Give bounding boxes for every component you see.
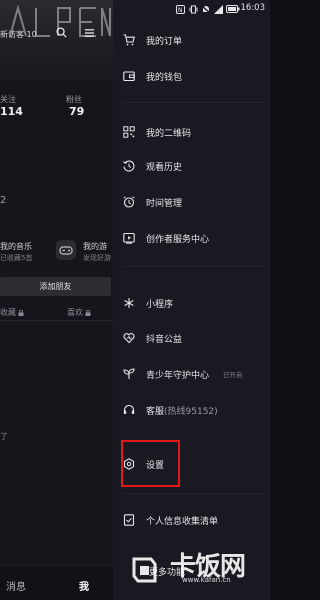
add-friend-button[interactable]: 添加朋友 <box>0 277 111 296</box>
menu-item-label: 我的二维码 <box>146 128 192 139</box>
following-label: 关注 <box>0 95 16 104</box>
history-icon <box>123 160 135 172</box>
lock-icon <box>85 309 91 316</box>
menu-item-personal-info-list[interactable]: 个人信息收集清单 <box>113 508 270 532</box>
charity-heart-icon <box>123 333 135 344</box>
menu-item-label: 客服(热线95152) <box>146 404 218 417</box>
status-bar: N 16:03 <box>113 0 270 18</box>
followers-label: 粉丝 <box>66 95 82 104</box>
alarm-icon <box>123 196 135 208</box>
tab-favorites-label: 收藏 <box>0 308 16 317</box>
menu-item-mini-programs[interactable]: 小程序 <box>113 291 270 315</box>
signal-icon <box>214 4 223 14</box>
watermark-url: www.kafan.cn <box>182 576 231 584</box>
sprout-icon <box>123 368 135 379</box>
checklist-icon <box>123 514 135 526</box>
teen-mode-status: 已开启 <box>223 371 243 379</box>
clock-time: 16:03 <box>240 3 266 13</box>
tab-divider <box>0 320 113 321</box>
tab-favorites[interactable]: 收藏 <box>0 307 24 318</box>
menu-divider <box>123 266 263 267</box>
menu-item-label: 抖音公益 <box>146 334 183 345</box>
kafan-logo-watermark <box>132 557 157 583</box>
bell-mute-icon <box>201 4 211 14</box>
menu-item-history[interactable]: 观看历史 <box>113 154 270 178</box>
menu-item-time-management[interactable]: 时间管理 <box>113 190 270 214</box>
menu-divider <box>123 102 263 103</box>
nfc-icon: N <box>176 4 185 14</box>
nav-me[interactable]: 我 <box>79 578 89 593</box>
menu-item-label: 创作者服务中心 <box>146 234 210 245</box>
menu-item-label: 个人信息收集清单 <box>146 516 219 527</box>
menu-item-label: 青少年守护中心 <box>146 370 210 381</box>
followers-count[interactable]: 79 <box>69 105 84 118</box>
settings-highlight-box <box>121 440 180 487</box>
battery-icon <box>226 5 240 13</box>
profile-cover-image <box>0 0 113 80</box>
side-drawer-menu: N 16:03 我的订单 我的钱包 我的二维码 观看历史 时间管理 创作者服务中… <box>113 0 270 600</box>
lock-icon <box>18 309 24 316</box>
my-music-subtitle: 已收藏5首 <box>0 254 33 262</box>
new-visitors-label[interactable]: 新访客 10 <box>0 29 37 40</box>
vibrate-icon <box>189 5 198 13</box>
menu-item-teen-protection[interactable]: 青少年守护中心 已开启 <box>113 362 270 386</box>
menu-item-customer-service[interactable]: 客服(热线95152) <box>113 398 270 422</box>
miniprogram-icon <box>124 298 134 308</box>
menu-item-label: 时间管理 <box>146 198 183 209</box>
menu-item-label: 小程序 <box>146 299 174 310</box>
creator-icon <box>123 232 135 244</box>
menu-divider <box>123 493 263 494</box>
following-count[interactable]: 114 <box>0 105 23 118</box>
menu-item-label: 观看历史 <box>146 162 183 173</box>
menu-item-orders[interactable]: 我的订单 <box>113 28 270 52</box>
menu-item-label: 我的订单 <box>146 36 183 47</box>
menu-item-label: 我的钱包 <box>146 72 183 83</box>
menu-item-wallet[interactable]: 我的钱包 <box>113 64 270 88</box>
my-games-title[interactable]: 我的游 <box>83 241 107 252</box>
wallet-icon <box>123 71 135 82</box>
game-controller-icon[interactable] <box>56 240 76 260</box>
customer-service-label: 客服 <box>146 406 165 417</box>
content-text-fragment: 了 <box>0 432 8 441</box>
cart-icon <box>123 34 135 46</box>
menu-item-creator-center[interactable]: 创作者服务中心 <box>113 226 270 250</box>
menu-item-qrcode[interactable]: 我的二维码 <box>113 120 270 144</box>
tab-likes[interactable]: 喜欢 <box>67 307 91 318</box>
menu-icon[interactable] <box>84 28 95 38</box>
search-icon[interactable] <box>56 27 67 38</box>
status-icons: N <box>176 4 240 14</box>
my-music-title[interactable]: 我的音乐 <box>0 241 32 252</box>
bottom-navigation: 消息 我 <box>0 565 113 600</box>
menu-item-charity[interactable]: 抖音公益 <box>113 326 270 350</box>
svg-text:N: N <box>178 7 183 14</box>
nav-messages[interactable]: 消息 <box>6 578 26 593</box>
qrcode-icon <box>123 126 135 138</box>
headset-icon <box>123 404 135 414</box>
profile-number-fragment: 2 <box>0 195 7 206</box>
profile-page-background: 新访客 10 关注 114 粉丝 79 2 我的音乐 已收藏5首 我的游 发现好… <box>0 0 113 600</box>
tab-likes-label: 喜欢 <box>67 308 83 317</box>
my-games-subtitle: 发现好游 <box>83 254 111 262</box>
hotline-number: (热线95152) <box>164 406 218 417</box>
